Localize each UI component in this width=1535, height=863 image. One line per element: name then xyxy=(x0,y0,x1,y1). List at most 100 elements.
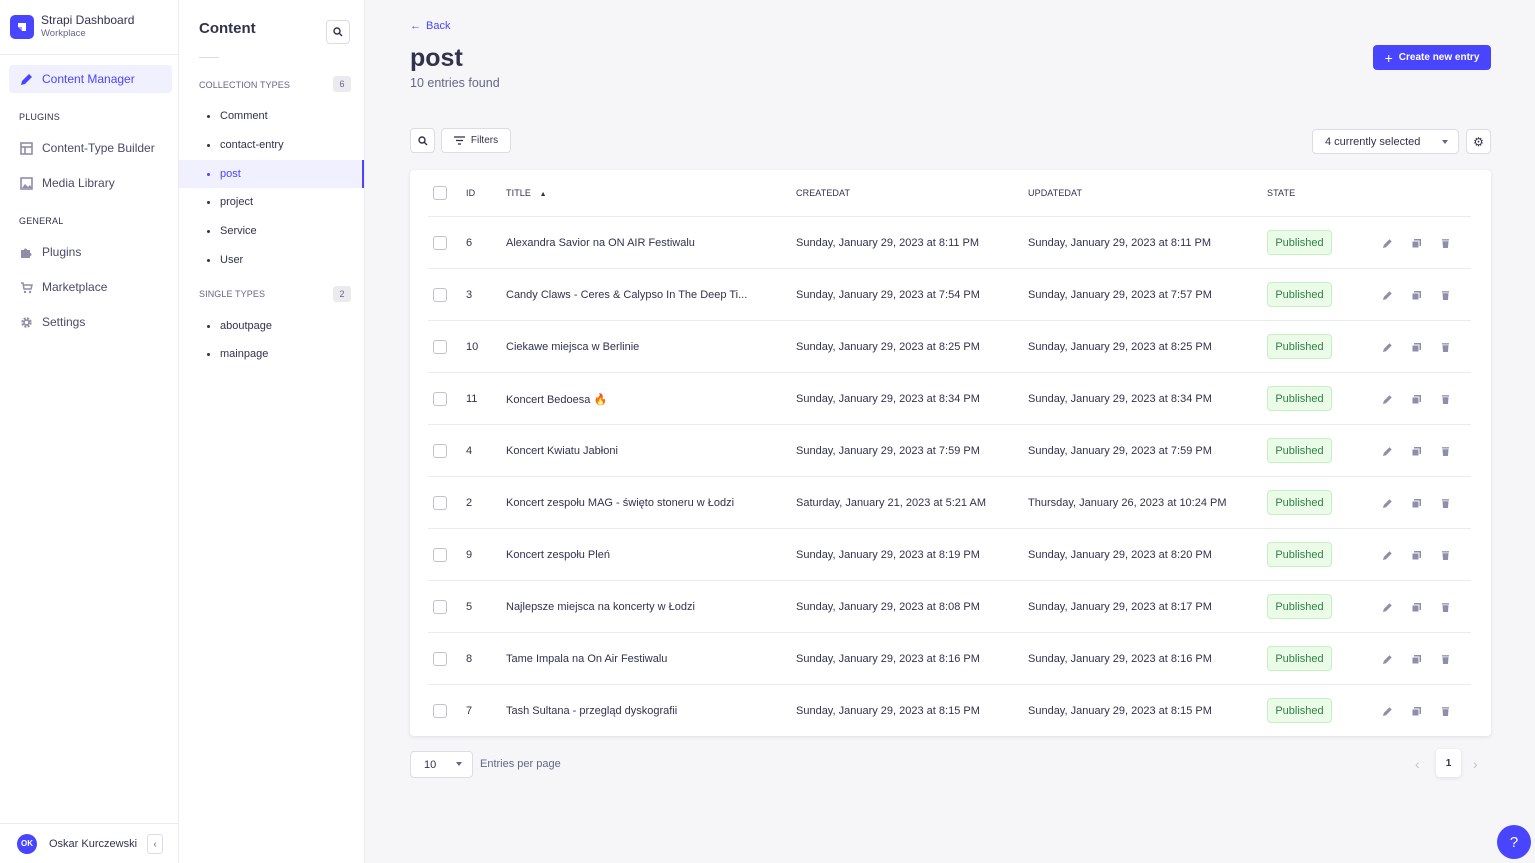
subnav-item-comment[interactable]: Comment xyxy=(179,102,364,130)
delete-button[interactable] xyxy=(1438,548,1452,562)
single-types-count: 2 xyxy=(333,286,351,302)
nav-content-type-builder[interactable]: Content-Type Builder xyxy=(9,134,172,162)
duplicate-button[interactable] xyxy=(1409,548,1423,562)
delete-button[interactable] xyxy=(1438,704,1452,718)
row-checkbox[interactable] xyxy=(433,548,447,562)
subnav-item-label: mainpage xyxy=(220,348,269,360)
cart-icon xyxy=(19,280,33,294)
previous-page-button[interactable]: ‹ xyxy=(1415,756,1420,772)
row-checkbox[interactable] xyxy=(433,288,447,302)
table-row[interactable]: 11 Koncert Bedoesa 🔥 Sunday, January 29,… xyxy=(428,372,1471,424)
edit-button[interactable] xyxy=(1380,600,1394,614)
duplicate-button[interactable] xyxy=(1409,704,1423,718)
page-1-button[interactable]: 1 xyxy=(1436,749,1461,777)
collapse-nav-button[interactable]: ‹ xyxy=(147,834,163,854)
table-search-button[interactable] xyxy=(410,128,435,153)
nav-plugins[interactable]: Plugins xyxy=(9,238,172,266)
duplicate-button[interactable] xyxy=(1409,652,1423,666)
delete-button[interactable] xyxy=(1438,392,1452,406)
edit-button[interactable] xyxy=(1380,444,1394,458)
row-checkbox[interactable] xyxy=(433,444,447,458)
table-row[interactable]: 3 Candy Claws - Ceres & Calypso In The D… xyxy=(428,268,1471,320)
subnav-item-contact-entry[interactable]: contact-entry xyxy=(179,131,364,159)
table-settings-button[interactable]: ⚙ xyxy=(1466,129,1491,154)
table-row[interactable]: 9 Koncert zespołu Pleń Sunday, January 2… xyxy=(428,528,1471,580)
column-header-state[interactable]: STATE xyxy=(1267,188,1295,198)
subnav-item-mainpage[interactable]: mainpage xyxy=(179,340,364,368)
columns-select[interactable]: 4 currently selected xyxy=(1312,129,1459,154)
bullet xyxy=(207,258,210,262)
nav-content-manager[interactable]: Content Manager xyxy=(9,65,172,93)
next-page-button[interactable]: › xyxy=(1473,756,1478,772)
table-row[interactable]: 10 Ciekawe miejsca w Berlinie Sunday, Ja… xyxy=(428,320,1471,372)
column-header-title[interactable]: TITLE ▲ xyxy=(506,188,547,198)
delete-button[interactable] xyxy=(1438,652,1452,666)
edit-button[interactable] xyxy=(1380,392,1394,406)
row-checkbox[interactable] xyxy=(433,340,447,354)
nav-settings[interactable]: Settings xyxy=(9,308,172,336)
row-checkbox[interactable] xyxy=(433,652,447,666)
filters-button[interactable]: Filters xyxy=(441,128,511,153)
subnav-item-post[interactable]: post xyxy=(179,160,364,188)
edit-button[interactable] xyxy=(1380,548,1394,562)
user-profile[interactable]: OK Oskar Kurczewski ‹ xyxy=(0,823,179,863)
subnav-item-user[interactable]: User xyxy=(179,246,364,274)
subnav-item-label: aboutpage xyxy=(220,320,272,332)
edit-button[interactable] xyxy=(1380,704,1394,718)
row-checkbox[interactable] xyxy=(433,496,447,510)
pencil-icon xyxy=(1382,602,1392,612)
status-badge: Published xyxy=(1267,594,1332,619)
help-button[interactable]: ? xyxy=(1497,825,1531,859)
duplicate-button[interactable] xyxy=(1409,392,1423,406)
select-all-checkbox[interactable] xyxy=(433,186,447,200)
delete-button[interactable] xyxy=(1438,236,1452,250)
nav-marketplace[interactable]: Marketplace xyxy=(9,273,172,301)
collection-types-heading[interactable]: COLLECTION TYPES xyxy=(199,80,290,90)
edit-button[interactable] xyxy=(1380,496,1394,510)
duplicate-button[interactable] xyxy=(1409,600,1423,614)
caret-down-icon xyxy=(456,762,462,766)
delete-button[interactable] xyxy=(1438,496,1452,510)
column-header-id[interactable]: ID xyxy=(466,188,475,198)
row-checkbox[interactable] xyxy=(433,236,447,250)
edit-button[interactable] xyxy=(1380,652,1394,666)
table-row[interactable]: 5 Najlepsze miejsca na koncerty w Łodzi … xyxy=(428,580,1471,632)
subnav-item-aboutpage[interactable]: aboutpage xyxy=(179,312,364,340)
back-link[interactable]: ← Back xyxy=(410,20,450,32)
cell-createdat: Sunday, January 29, 2023 at 8:34 PM xyxy=(796,393,980,405)
delete-button[interactable] xyxy=(1438,444,1452,458)
column-header-createdat[interactable]: CREATEDAT xyxy=(796,188,850,198)
subnav-search-button[interactable] xyxy=(326,20,350,44)
duplicate-button[interactable] xyxy=(1409,236,1423,250)
edit-button[interactable] xyxy=(1380,340,1394,354)
single-types-heading[interactable]: SINGLE TYPES xyxy=(199,289,265,299)
duplicate-button[interactable] xyxy=(1409,444,1423,458)
delete-button[interactable] xyxy=(1438,600,1452,614)
delete-button[interactable] xyxy=(1438,340,1452,354)
create-new-entry-button[interactable]: + Create new entry xyxy=(1373,45,1491,70)
nav-media-library[interactable]: Media Library xyxy=(9,169,172,197)
duplicate-button[interactable] xyxy=(1409,288,1423,302)
brand[interactable]: Strapi Dashboard Workplace xyxy=(0,0,178,55)
row-checkbox[interactable] xyxy=(433,704,447,718)
row-checkbox[interactable] xyxy=(433,392,447,406)
subnav-item-project[interactable]: project xyxy=(179,188,364,216)
delete-button[interactable] xyxy=(1438,288,1452,302)
edit-button[interactable] xyxy=(1380,288,1394,302)
duplicate-button[interactable] xyxy=(1409,340,1423,354)
table-row[interactable]: 2 Koncert zespołu MAG - święto stoneru w… xyxy=(428,476,1471,528)
row-checkbox[interactable] xyxy=(433,600,447,614)
table-row[interactable]: 8 Tame Impala na On Air Festiwalu Sunday… xyxy=(428,632,1471,684)
subnav-item-label: User xyxy=(220,254,244,266)
edit-button[interactable] xyxy=(1380,236,1394,250)
subnav-item-service[interactable]: Service xyxy=(179,217,364,245)
duplicate-button[interactable] xyxy=(1409,496,1423,510)
cell-id: 8 xyxy=(466,653,473,665)
table-row[interactable]: 4 Koncert Kwiatu Jabłoni Sunday, January… xyxy=(428,424,1471,476)
table-row[interactable]: 7 Tash Sultana - przegląd dyskografii Su… xyxy=(428,684,1471,736)
plus-icon: + xyxy=(1384,49,1393,66)
table-row[interactable]: 6 Alexandra Savior na ON AIR Festiwalu S… xyxy=(428,216,1471,268)
pencil-icon xyxy=(1382,550,1392,560)
column-header-updatedat[interactable]: UPDATEDAT xyxy=(1028,188,1082,198)
entries-per-page-select[interactable]: 10 xyxy=(410,751,473,778)
